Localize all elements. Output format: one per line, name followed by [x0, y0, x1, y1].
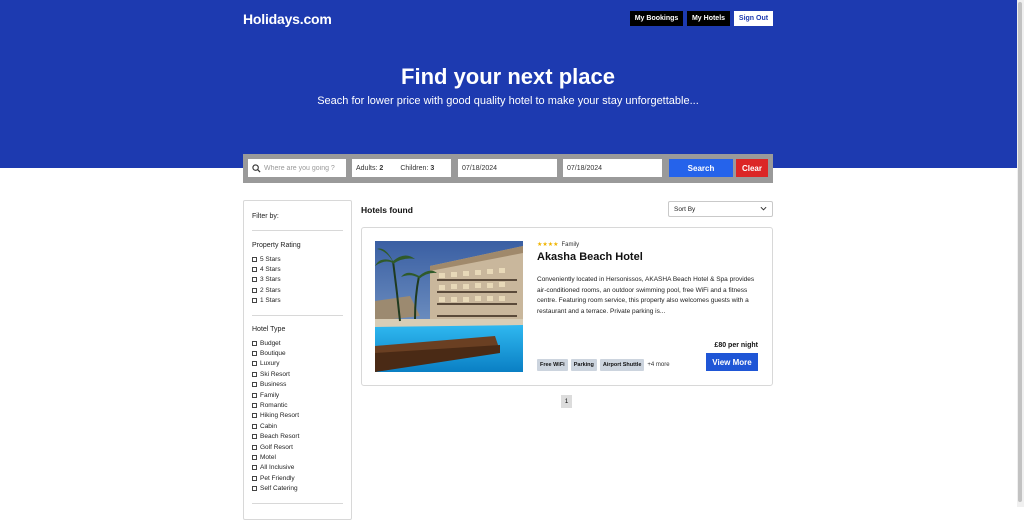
checkbox[interactable] — [252, 256, 257, 262]
type-option[interactable]: Romantic — [252, 400, 299, 410]
scrollbar-thumb[interactable] — [1018, 2, 1022, 502]
rating-option[interactable]: 5 Stars — [252, 254, 281, 264]
sort-select[interactable]: Sort By — [668, 201, 773, 217]
checkbox[interactable] — [252, 403, 257, 409]
rating-filter-group: 5 Stars 4 Stars 3 Stars 2 Stars 1 Stars — [252, 254, 281, 306]
amenity-chip: Parking — [570, 359, 597, 371]
hotel-type: Family — [561, 241, 580, 248]
divider — [252, 315, 343, 316]
checkbox[interactable] — [252, 475, 257, 481]
children-label: Children: — [400, 164, 429, 172]
rating-option[interactable]: 2 Stars — [252, 285, 281, 295]
type-option[interactable]: Ski Resort — [252, 369, 299, 379]
checkout-date[interactable]: 07/18/2024 — [567, 165, 602, 172]
guests-field[interactable]: Adults: 2 Children: 3 — [352, 159, 451, 177]
view-more-button[interactable]: View More — [706, 353, 758, 371]
type-option[interactable]: Beach Resort — [252, 432, 299, 442]
type-option[interactable]: Luxury — [252, 359, 299, 369]
more-amenities: +4 more — [647, 362, 670, 368]
amenity-chip: Airport Shuttle — [599, 359, 645, 371]
checkbox[interactable] — [252, 444, 257, 450]
hotel-price: £80 per night — [714, 342, 758, 349]
adults-value[interactable]: 2 — [379, 165, 383, 172]
type-option[interactable]: Self Catering — [252, 483, 299, 493]
checkout-date-field[interactable]: 07/18/2024 — [563, 159, 662, 177]
checkbox[interactable] — [252, 423, 257, 429]
type-option[interactable]: Motel — [252, 452, 299, 462]
my-hotels-button[interactable]: My Hotels — [687, 11, 730, 26]
divider — [252, 230, 343, 231]
checkbox[interactable] — [252, 267, 257, 273]
search-button[interactable]: Search — [669, 159, 733, 177]
clear-button[interactable]: Clear — [736, 159, 768, 177]
type-option[interactable]: Family — [252, 390, 299, 400]
type-option[interactable]: All Inclusive — [252, 463, 299, 473]
chevron-down-icon — [760, 206, 767, 213]
hero-title: Find your next place — [401, 64, 615, 89]
rating-option[interactable]: 4 Stars — [252, 264, 281, 274]
checkbox[interactable] — [252, 287, 257, 293]
search-bar: Adults: 2 Children: 3 07/18/2024 07/18/2… — [243, 154, 773, 183]
hotel-card: ★★★★ Family Akasha Beach Hotel Convenien… — [361, 227, 773, 386]
hotel-name[interactable]: Akasha Beach Hotel — [537, 251, 643, 263]
type-option[interactable]: Boutique — [252, 348, 299, 358]
rating-option[interactable]: 3 Stars — [252, 275, 281, 285]
children-value[interactable]: 3 — [430, 165, 434, 172]
checkbox[interactable] — [252, 277, 257, 283]
checkbox[interactable] — [252, 382, 257, 388]
checkbox[interactable] — [252, 434, 257, 440]
property-rating-heading: Property Rating — [252, 242, 301, 249]
filter-panel: Filter by: Property Rating 5 Stars 4 Sta… — [243, 200, 352, 520]
type-option[interactable]: Cabin — [252, 421, 299, 431]
type-option[interactable]: Golf Resort — [252, 442, 299, 452]
star-rating: ★★★★ Family — [537, 241, 580, 249]
type-option[interactable]: Pet Friendly — [252, 473, 299, 483]
checkbox[interactable] — [252, 340, 257, 346]
checkbox[interactable] — [252, 413, 257, 419]
results-heading: Hotels found — [361, 205, 413, 215]
hotel-type-heading: Hotel Type — [252, 326, 286, 333]
hotel-photo[interactable] — [375, 241, 523, 372]
type-option[interactable]: Business — [252, 380, 299, 390]
checkbox[interactable] — [252, 298, 257, 304]
divider — [252, 503, 343, 504]
star-icon: ★★★★ — [537, 242, 559, 248]
checkbox[interactable] — [252, 486, 257, 492]
hotel-type-filter-group: Budget Boutique Luxury Ski Resort Busine… — [252, 338, 299, 494]
checkbox[interactable] — [252, 465, 257, 471]
sort-select-value: Sort By — [674, 205, 696, 213]
hotel-description: Conveniently located in Hersonissos, AKA… — [537, 276, 755, 315]
destination-field[interactable] — [248, 159, 346, 177]
checkin-date[interactable]: 07/18/2024 — [462, 165, 497, 172]
hero-subtitle: Seach for lower price with good quality … — [317, 95, 699, 107]
search-icon — [252, 163, 261, 173]
sign-out-button[interactable]: Sign Out — [734, 11, 773, 26]
destination-input[interactable] — [264, 164, 346, 172]
type-option[interactable]: Hiking Resort — [252, 411, 299, 421]
checkbox[interactable] — [252, 392, 257, 398]
checkbox[interactable] — [252, 454, 257, 460]
checkbox[interactable] — [252, 361, 257, 367]
pagination-page[interactable]: 1 — [561, 395, 572, 408]
checkbox[interactable] — [252, 371, 257, 377]
rating-option[interactable]: 1 Stars — [252, 296, 281, 306]
filter-title: Filter by: — [252, 213, 279, 220]
amenity-chip: Free WiFi — [537, 359, 568, 371]
amenity-list: Free WiFi Parking Airport Shuttle +4 mor… — [537, 359, 670, 371]
my-bookings-button[interactable]: My Bookings — [630, 11, 683, 26]
site-logo[interactable]: Holidays.com — [243, 11, 332, 27]
type-option[interactable]: Budget — [252, 338, 299, 348]
checkbox[interactable] — [252, 351, 257, 357]
adults-label: Adults: — [356, 164, 378, 172]
checkin-date-field[interactable]: 07/18/2024 — [458, 159, 557, 177]
